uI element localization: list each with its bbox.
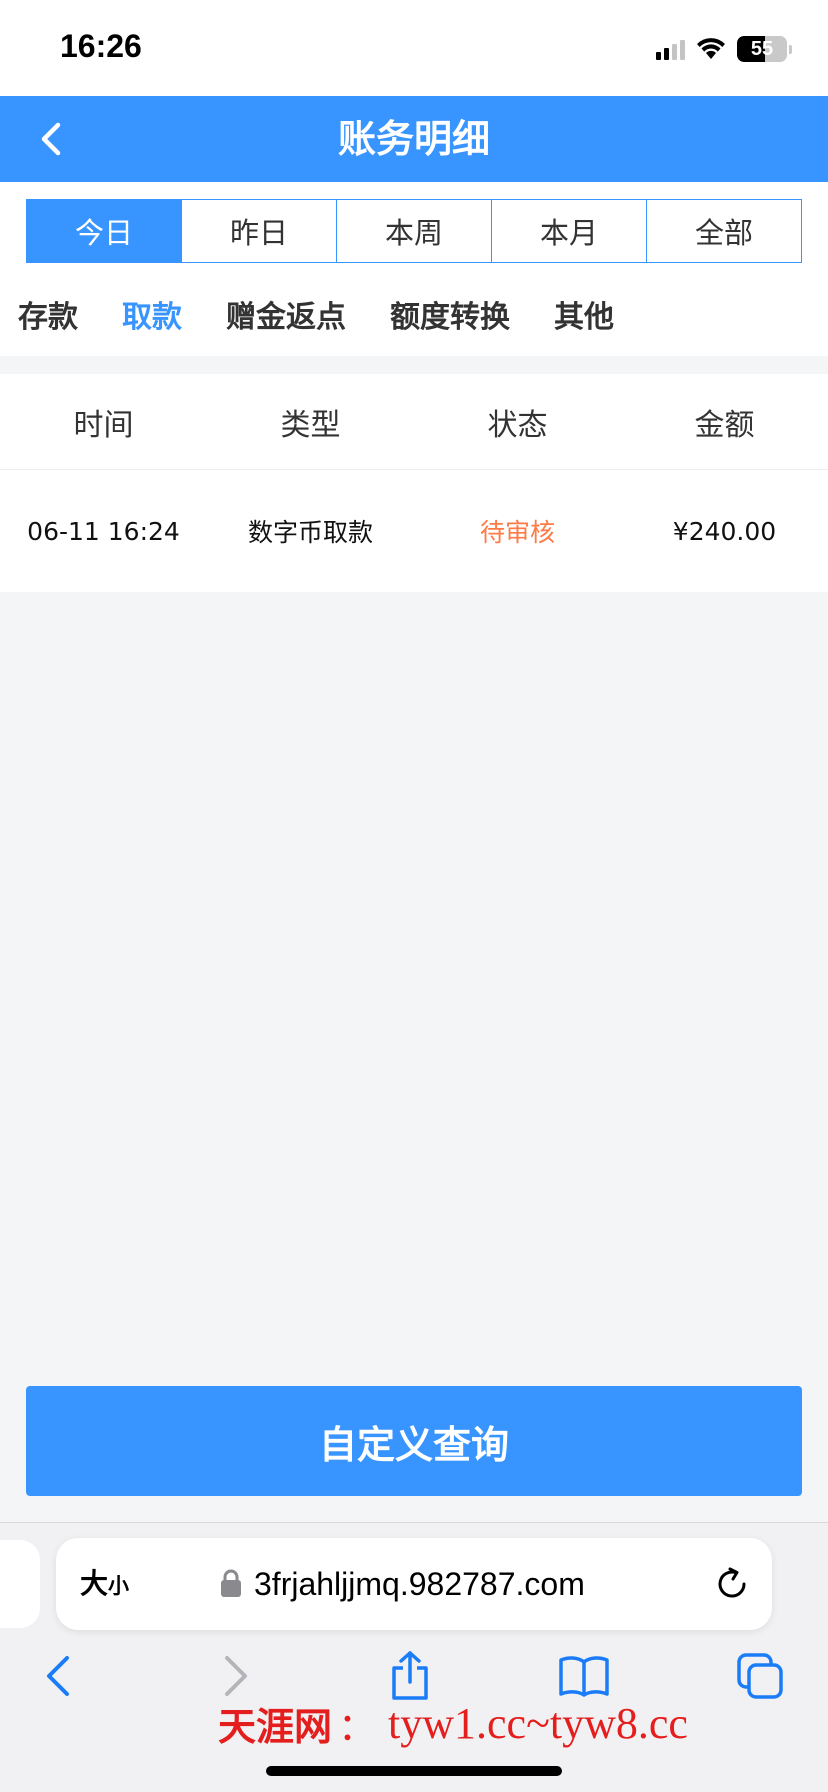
table-row[interactable]: 06-11 16:24 数字币取款 待审核 ¥240.00	[0, 470, 828, 592]
column-header-time: 时间	[73, 407, 134, 443]
battery-cap	[789, 44, 792, 54]
date-tab-this-month[interactable]: 本月	[492, 200, 647, 262]
date-tab-all[interactable]: 全部	[647, 200, 801, 262]
url-text: 3frjahljjmq.982787.com	[254, 1566, 585, 1602]
date-tab-today[interactable]: 今日	[27, 200, 182, 262]
table-header: 时间 类型 状态 金额	[0, 374, 828, 470]
share-icon	[392, 1651, 428, 1700]
column-header-status: 状态	[487, 407, 548, 443]
column-header-amount: 金额	[694, 407, 755, 443]
reload-icon[interactable]	[714, 1566, 750, 1602]
bookmarks-icon	[559, 1656, 609, 1697]
text-size-button[interactable]: 大小	[80, 1538, 129, 1630]
category-tab-bonus-rebate[interactable]: 赠金返点	[226, 292, 346, 336]
battery-level: 55	[750, 37, 774, 60]
browser-back-button[interactable]	[30, 1648, 86, 1704]
status-icons: 55	[656, 34, 792, 64]
text-size-big: 大	[80, 1567, 109, 1600]
date-tab-this-week[interactable]: 本周	[337, 200, 492, 262]
watermark-separator: ：	[338, 1704, 377, 1749]
home-indicator	[266, 1766, 562, 1776]
battery-icon: 55	[737, 36, 787, 62]
cellular-signal-icon	[656, 38, 685, 60]
tabs-icon	[737, 1653, 783, 1699]
category-tabs: 存款 取款 赠金返点 额度转换 其他	[0, 272, 828, 356]
app-header: 账务明细	[0, 96, 828, 182]
status-time: 16:26	[60, 28, 142, 64]
page-title: 账务明细	[337, 117, 490, 161]
column-header-type: 类型	[280, 407, 341, 443]
browser-back-icon	[47, 1656, 69, 1696]
lock-icon	[221, 1569, 241, 1597]
category-tab-deposit[interactable]: 存款	[18, 292, 78, 336]
custom-query-button[interactable]: 自定义查询	[26, 1386, 802, 1496]
status-bar: 16:26 55	[0, 0, 828, 96]
category-tab-transfer[interactable]: 额度转换	[390, 292, 510, 336]
tabs-button[interactable]	[732, 1648, 788, 1704]
watermark-name: 天涯网	[218, 1703, 333, 1749]
row-type: 数字币取款	[247, 518, 373, 547]
watermark-urls: tyw1.cc~tyw8.cc	[388, 1698, 688, 1748]
text-size-small: 小	[108, 1574, 130, 1598]
watermark: 天涯网 ： tyw1.cc~tyw8.cc	[218, 1696, 688, 1750]
browser-forward-icon	[225, 1656, 247, 1696]
address-bar[interactable]: 大小 3frjahljjmq.982787.com	[56, 1538, 772, 1630]
adjacent-tab-preview[interactable]	[0, 1540, 40, 1628]
date-filter-bar: 今日 昨日 本周 本月 全部	[0, 182, 828, 272]
wifi-icon	[697, 38, 725, 59]
transactions-table: 时间 类型 状态 金额 06-11 16:24 数字币取款 待审核 ¥240.0…	[0, 374, 828, 592]
category-tab-withdrawal[interactable]: 取款	[122, 292, 182, 336]
date-tab-yesterday[interactable]: 昨日	[182, 200, 337, 262]
row-status: 待审核	[479, 518, 555, 547]
row-time: 06-11 16:24	[27, 516, 180, 546]
category-tab-other[interactable]: 其他	[554, 292, 614, 336]
date-tabs: 今日 昨日 本周 本月 全部	[26, 199, 802, 263]
row-amount: ¥240.00	[672, 516, 777, 546]
